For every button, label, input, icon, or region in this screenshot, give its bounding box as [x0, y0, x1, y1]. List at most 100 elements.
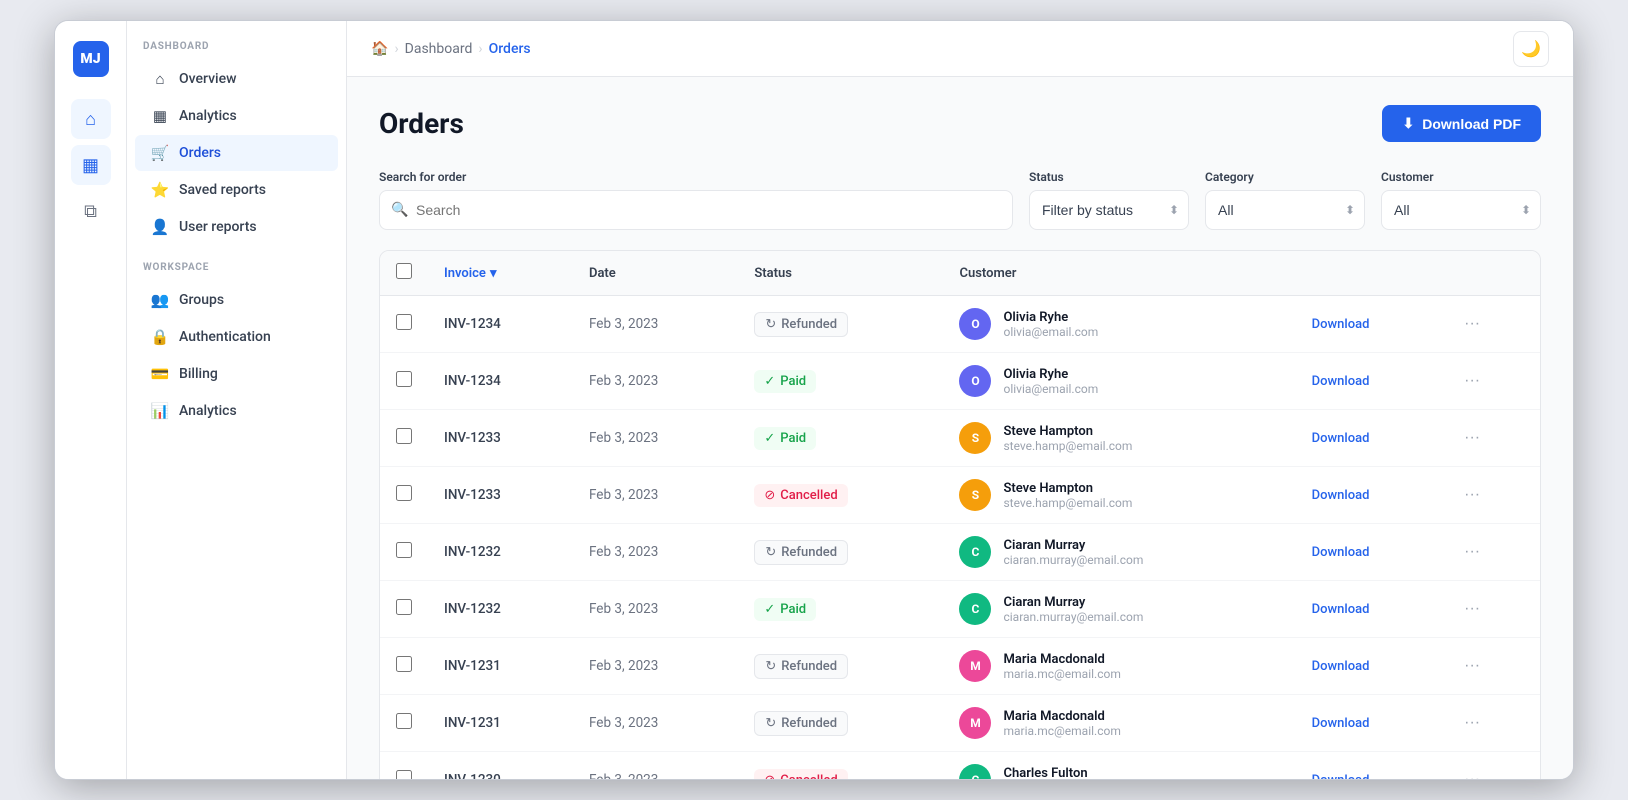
download-link[interactable]: Download	[1312, 317, 1370, 332]
row-checkbox-3[interactable]	[396, 485, 412, 501]
download-link[interactable]: Download	[1312, 602, 1370, 617]
more-cell: ···	[1442, 296, 1540, 353]
sidebar-item-billing[interactable]: 💳 Billing	[135, 356, 338, 392]
row-checkbox-5[interactable]	[396, 599, 412, 615]
download-link[interactable]: Download	[1312, 773, 1370, 779]
category-label: Category	[1205, 170, 1365, 184]
customer-email: olivia@email.com	[1003, 382, 1098, 396]
row-checkbox-cell	[380, 410, 428, 467]
download-link[interactable]: Download	[1312, 374, 1370, 389]
th-status: Status	[738, 251, 943, 296]
customer-email: maria.mc@email.com	[1003, 667, 1120, 681]
sidebar-item-orders[interactable]: 🛒 Orders	[135, 135, 338, 171]
more-options-button[interactable]: ···	[1458, 311, 1486, 337]
th-actions-2	[1442, 251, 1540, 296]
sidebar-item-label-saved-reports: Saved reports	[179, 182, 266, 198]
download-link[interactable]: Download	[1312, 431, 1370, 446]
customer-cell: M Maria Macdonald maria.mc@email.com	[943, 638, 1295, 695]
app-logo: MJ	[73, 41, 109, 77]
rail-layers-icon[interactable]: ⧉	[71, 191, 111, 231]
status-badge: ✓ Paid	[754, 370, 816, 393]
table-row: INV-1231 Feb 3, 2023 ↻ Refunded M Maria …	[380, 638, 1540, 695]
row-checkbox-cell	[380, 581, 428, 638]
customer-email: ciaran.murray@email.com	[1003, 553, 1143, 567]
download-link[interactable]: Download	[1312, 716, 1370, 731]
more-options-button[interactable]: ···	[1458, 425, 1486, 451]
category-filter-group: Category All ⬍	[1205, 170, 1365, 230]
more-cell: ···	[1442, 638, 1540, 695]
sidebar-item-groups[interactable]: 👥 Groups	[135, 282, 338, 318]
rail-analytics-icon[interactable]: ▦	[71, 145, 111, 185]
workspace-section-label: WORKSPACE	[127, 262, 346, 281]
invoice-cell: INV-1233	[428, 410, 573, 467]
customer-info: Steve Hampton steve.hamp@email.com	[1003, 481, 1132, 510]
table-row: INV-1230 Feb 3, 2023 ⊘ Cancelled C Charl…	[380, 752, 1540, 780]
content-area: Orders ⬇ Download PDF Search for order 🔍…	[347, 77, 1573, 779]
customer-select[interactable]: All	[1381, 190, 1541, 230]
download-link[interactable]: Download	[1312, 659, 1370, 674]
customer-cell: O Olivia Ryhe olivia@email.com	[943, 353, 1295, 410]
customer-name: Olivia Ryhe	[1003, 367, 1098, 382]
download-link[interactable]: Download	[1312, 488, 1370, 503]
sidebar-item-overview[interactable]: ⌂ Overview	[135, 61, 338, 97]
more-options-button[interactable]: ···	[1458, 653, 1486, 679]
download-icon: ⬇	[1402, 115, 1414, 132]
sidebar-item-analytics-ws[interactable]: 📊 Analytics	[135, 393, 338, 429]
status-icon: ↻	[765, 659, 776, 674]
theme-toggle-button[interactable]: 🌙	[1513, 31, 1549, 67]
status-label: Status	[1029, 170, 1189, 184]
sidebar-item-user-reports[interactable]: 👤 User reports	[135, 209, 338, 245]
customer-avatar: O	[959, 308, 991, 340]
table-row: INV-1233 Feb 3, 2023 ✓ Paid S Steve Hamp…	[380, 410, 1540, 467]
overview-icon: ⌂	[151, 70, 169, 88]
more-options-button[interactable]: ···	[1458, 596, 1486, 622]
customer-info: Olivia Ryhe olivia@email.com	[1003, 367, 1098, 396]
more-options-button[interactable]: ···	[1458, 482, 1486, 508]
row-checkbox-4[interactable]	[396, 542, 412, 558]
row-checkbox-cell	[380, 353, 428, 410]
row-checkbox-0[interactable]	[396, 314, 412, 330]
sidebar-item-analytics[interactable]: ▦ Analytics	[135, 98, 338, 134]
breadcrumb-sep-2: ›	[478, 41, 482, 57]
more-cell: ···	[1442, 353, 1540, 410]
row-checkbox-8[interactable]	[396, 770, 412, 779]
icon-rail: MJ ⌂ ▦ ⧉	[55, 21, 127, 779]
table-row: INV-1234 Feb 3, 2023 ✓ Paid O Olivia Ryh…	[380, 353, 1540, 410]
download-cell: Download	[1296, 524, 1442, 581]
sidebar-item-authentication[interactable]: 🔒 Authentication	[135, 319, 338, 355]
row-checkbox-cell	[380, 524, 428, 581]
more-options-button[interactable]: ···	[1458, 368, 1486, 394]
more-cell: ···	[1442, 467, 1540, 524]
download-cell: Download	[1296, 467, 1442, 524]
select-all-checkbox[interactable]	[396, 263, 412, 279]
sidebar-item-saved-reports[interactable]: ⭐ Saved reports	[135, 172, 338, 208]
breadcrumb-dashboard[interactable]: Dashboard	[405, 41, 473, 57]
customer-email: steve.hamp@email.com	[1003, 439, 1132, 453]
th-invoice[interactable]: Invoice ▾	[428, 251, 573, 296]
th-date: Date	[573, 251, 738, 296]
invoice-sort-icon[interactable]: ▾	[490, 266, 497, 281]
category-select[interactable]: All	[1205, 190, 1365, 230]
row-checkbox-7[interactable]	[396, 713, 412, 729]
customer-avatar: C	[959, 764, 991, 779]
more-options-button[interactable]: ···	[1458, 710, 1486, 736]
breadcrumb-home-icon[interactable]: 🏠	[371, 41, 388, 57]
rail-home-icon[interactable]: ⌂	[71, 99, 111, 139]
row-checkbox-1[interactable]	[396, 371, 412, 387]
status-cell: ✓ Paid	[738, 353, 943, 410]
row-checkbox-6[interactable]	[396, 656, 412, 672]
search-input[interactable]	[379, 190, 1013, 230]
more-options-button[interactable]: ···	[1458, 767, 1486, 779]
table-row: INV-1232 Feb 3, 2023 ✓ Paid C Ciaran Mur…	[380, 581, 1540, 638]
status-select[interactable]: Filter by status	[1029, 190, 1189, 230]
dashboard-section-label: DASHBOARD	[127, 41, 346, 60]
download-pdf-button[interactable]: ⬇ Download PDF	[1382, 105, 1541, 142]
invoice-cell: INV-1232	[428, 524, 573, 581]
page-title: Orders	[379, 107, 464, 140]
invoice-col-label: Invoice	[444, 266, 486, 281]
row-checkbox-cell	[380, 467, 428, 524]
download-link[interactable]: Download	[1312, 545, 1370, 560]
more-options-button[interactable]: ···	[1458, 539, 1486, 565]
status-badge: ↻ Refunded	[754, 654, 848, 679]
row-checkbox-2[interactable]	[396, 428, 412, 444]
